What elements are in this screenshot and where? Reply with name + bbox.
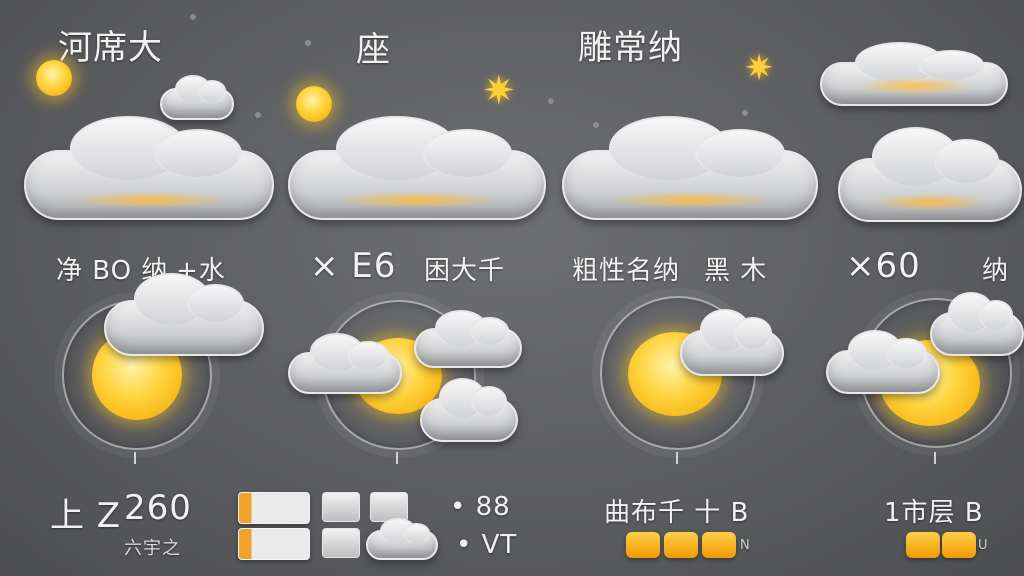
decor-dot bbox=[190, 14, 196, 20]
mini-tile bbox=[322, 492, 360, 522]
cloud-icon bbox=[680, 308, 784, 376]
orange-tile bbox=[906, 532, 940, 558]
cloud-icon bbox=[414, 310, 522, 368]
cloud-icon bbox=[826, 330, 940, 394]
cloud-icon bbox=[366, 517, 438, 560]
panel-3-bottom-small: N bbox=[740, 538, 751, 553]
orange-tile bbox=[942, 532, 976, 558]
star-icon: ✷ bbox=[744, 48, 775, 89]
cloud-icon bbox=[562, 115, 818, 220]
status-tile bbox=[238, 528, 310, 560]
cloud-icon bbox=[24, 115, 274, 220]
orange-tile bbox=[702, 532, 736, 558]
decor-dot bbox=[255, 112, 261, 118]
star-icon: ✷ bbox=[482, 68, 516, 114]
panel-2-bottom-small: • VT bbox=[456, 530, 518, 560]
panel-2-sub: 困大千 bbox=[424, 256, 506, 286]
cloud-icon bbox=[288, 333, 402, 394]
panel-1-bottom-small: 六宇之 bbox=[124, 538, 181, 559]
panel-title-1: 河席大 bbox=[58, 28, 163, 68]
panel-1-bottom-value: 260 bbox=[124, 488, 192, 528]
cloud-icon bbox=[104, 273, 264, 356]
panel-4-bottom-top: 1市层 B bbox=[884, 498, 984, 528]
cloud-icon bbox=[288, 115, 546, 220]
cloud-icon bbox=[160, 74, 234, 120]
status-tile bbox=[238, 492, 310, 524]
ray bbox=[134, 452, 136, 464]
decor-dot bbox=[548, 98, 554, 104]
panel-1-bottom-top: 上 Z bbox=[50, 496, 122, 536]
panel-3-label: 粗性名纳 bbox=[572, 256, 681, 286]
sun-icon bbox=[36, 60, 72, 96]
ray bbox=[396, 452, 398, 464]
cloud-icon bbox=[420, 378, 518, 442]
panel-4-bottom-small: U bbox=[978, 538, 989, 553]
cloud-icon bbox=[838, 127, 1022, 222]
decor-dot bbox=[305, 40, 311, 46]
panel-title-2: 座 bbox=[356, 30, 391, 70]
panel-title-3: 雕常纳 bbox=[578, 28, 683, 68]
orange-tile bbox=[626, 532, 660, 558]
orange-tile bbox=[664, 532, 698, 558]
panel-2-label: × E6 bbox=[310, 246, 397, 286]
panel-4-sub: 纳 bbox=[982, 256, 1010, 286]
ray bbox=[934, 452, 936, 464]
panel-3-bottom-top: 曲布千 十 B bbox=[604, 498, 750, 528]
ray bbox=[676, 452, 678, 464]
mini-tile bbox=[322, 528, 360, 558]
decor-dot bbox=[593, 122, 599, 128]
sun-icon bbox=[296, 86, 332, 122]
decor-dot bbox=[742, 110, 748, 116]
cloud-icon bbox=[820, 42, 1008, 106]
panel-2-bottom-value: • 88 bbox=[450, 492, 511, 522]
cloud-icon bbox=[930, 292, 1024, 356]
panel-3-sub: 黑 木 bbox=[704, 256, 768, 286]
panel-4-label: ×60 bbox=[846, 246, 921, 286]
